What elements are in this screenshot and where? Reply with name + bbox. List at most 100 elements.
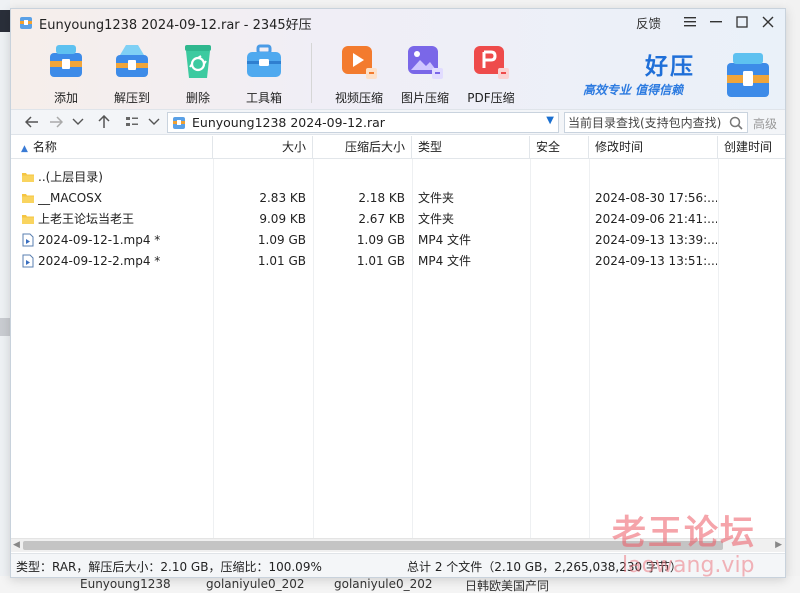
file-size: 1.01 GB bbox=[257, 254, 306, 268]
delete-recycle-icon bbox=[178, 41, 218, 81]
taskbar-item[interactable]: golaniyule0_202 bbox=[206, 577, 305, 591]
address-bar[interactable]: Eunyoung1238 2024-09-12.rar ▼ bbox=[167, 112, 559, 133]
title-bar: Eunyoung1238 2024-09-12.rar - 2345好压 反馈 bbox=[11, 9, 785, 109]
horizontal-scrollbar[interactable]: ◀ ▶ bbox=[11, 538, 785, 552]
taskbar-item[interactable]: Eunyoung1238 bbox=[80, 577, 171, 591]
maximize-icon[interactable] bbox=[731, 12, 753, 32]
total-summary: 总计 2 个文件（2.10 GB，2,265,038,230 字节） bbox=[407, 560, 682, 574]
file-size: 1.09 GB bbox=[257, 233, 306, 247]
window-controls: 反馈 bbox=[636, 12, 779, 32]
file-name: ..(上层目录) bbox=[38, 170, 103, 184]
add-archive-icon bbox=[46, 41, 86, 81]
search-icon[interactable] bbox=[728, 115, 744, 131]
brand-logo: 好压 高效专业 值得信赖 bbox=[583, 45, 773, 101]
toolbox-button[interactable]: 工具箱 bbox=[231, 39, 297, 107]
sort-arrow-icon: ▲ bbox=[21, 144, 28, 154]
view-mode-chevron-down-icon[interactable] bbox=[145, 113, 163, 131]
file-type: MP4 文件 bbox=[418, 254, 472, 268]
file-modified: 2024-09-13 13:39:... bbox=[595, 233, 717, 247]
forward-arrow-icon[interactable] bbox=[47, 113, 65, 131]
video-compress-button[interactable]: 视频压缩 bbox=[326, 39, 392, 107]
file-name: 2024-09-12-2.mp4 * bbox=[38, 254, 161, 268]
feedback-link[interactable]: 反馈 bbox=[636, 13, 661, 32]
file-list: ▲ 名称 大小 压缩后大小 类型 安全 修改时间 创建时间 ..(上层目录) __… bbox=[11, 136, 785, 538]
column-packed-size[interactable]: 压缩后大小 bbox=[313, 136, 412, 159]
archive-info: 类型：RAR，解压后大小：2.10 GB，压缩比：100.09% bbox=[16, 560, 322, 574]
brand-name: 好压 bbox=[645, 54, 695, 80]
folder-icon bbox=[22, 215, 34, 224]
folder-icon bbox=[22, 173, 34, 182]
file-type: 文件夹 bbox=[418, 212, 455, 226]
file-packed-size: 2.18 KB bbox=[358, 191, 405, 205]
column-created[interactable]: 创建时间 bbox=[718, 136, 785, 159]
file-size: 2.83 KB bbox=[259, 191, 306, 205]
menu-icon[interactable] bbox=[679, 12, 701, 32]
history-chevron-down-icon[interactable] bbox=[69, 113, 87, 131]
app-archive-icon bbox=[20, 17, 32, 29]
file-type: 文件夹 bbox=[418, 191, 455, 205]
file-row[interactable]: 2024-09-12-1.mp4 * 1.09 GB 1.09 GB MP4 文… bbox=[11, 230, 785, 251]
background-taskbar-strip: Eunyoung1238 golaniyule0_202 golaniyule0… bbox=[0, 576, 800, 593]
desktop-background-right bbox=[786, 0, 800, 593]
brand-slogan: 高效专业 值得信赖 bbox=[583, 83, 684, 97]
scrollbar-thumb[interactable] bbox=[23, 541, 723, 550]
folder-icon bbox=[22, 194, 34, 203]
main-toolbar: 添加 解压到 删除 工具箱 视频压缩 图片压缩 PDF压缩 bbox=[33, 39, 524, 107]
minimize-icon[interactable] bbox=[705, 12, 727, 32]
window-title: Eunyoung1238 2024-09-12.rar - 2345好压 bbox=[39, 18, 312, 33]
column-header-row: ▲ 名称 大小 压缩后大小 类型 安全 修改时间 创建时间 bbox=[11, 136, 785, 159]
taskbar-item[interactable]: 日韩欧美国产同 bbox=[465, 577, 549, 593]
desktop-background-left bbox=[0, 0, 10, 593]
extract-icon bbox=[112, 41, 152, 81]
delete-button[interactable]: 删除 bbox=[165, 39, 231, 107]
file-modified: 2024-09-06 21:41:... bbox=[595, 212, 717, 226]
file-row[interactable]: 上老王论坛当老王 9.09 KB 2.67 KB 文件夹 2024-09-06 … bbox=[11, 209, 785, 230]
file-row[interactable]: __MACOSX 2.83 KB 2.18 KB 文件夹 2024-08-30 … bbox=[11, 188, 785, 209]
toolbox-icon bbox=[244, 41, 284, 81]
taskbar-item[interactable]: golaniyule0_202 bbox=[334, 577, 433, 591]
add-button[interactable]: 添加 bbox=[33, 39, 99, 107]
file-packed-size: 2.67 KB bbox=[358, 212, 405, 226]
search-input[interactable] bbox=[568, 115, 724, 130]
view-mode-icon[interactable] bbox=[123, 113, 141, 131]
navigation-bar: Eunyoung1238 2024-09-12.rar ▼ 高级 bbox=[11, 109, 785, 135]
file-row-parent[interactable]: ..(上层目录) bbox=[11, 167, 785, 188]
pdf-compress-icon bbox=[471, 41, 511, 81]
toolbar-separator bbox=[311, 43, 312, 103]
image-compress-icon bbox=[405, 41, 445, 81]
status-bar: 类型：RAR，解压后大小：2.10 GB，压缩比：100.09% 总计 2 个文… bbox=[11, 553, 785, 577]
file-name: 上老王论坛当老王 bbox=[38, 212, 135, 226]
archive-window: Eunyoung1238 2024-09-12.rar - 2345好压 反馈 bbox=[10, 8, 786, 578]
address-dropdown-icon[interactable]: ▼ bbox=[546, 115, 554, 126]
scroll-right-icon[interactable]: ▶ bbox=[775, 540, 782, 550]
file-name: 2024-09-12-1.mp4 * bbox=[38, 233, 161, 247]
file-size: 9.09 KB bbox=[259, 212, 306, 226]
column-type[interactable]: 类型 bbox=[412, 136, 530, 159]
column-security[interactable]: 安全 bbox=[530, 136, 589, 159]
back-arrow-icon[interactable] bbox=[23, 113, 41, 131]
file-modified: 2024-08-30 17:56:... bbox=[595, 191, 717, 205]
address-text: Eunyoung1238 2024-09-12.rar bbox=[192, 115, 385, 130]
search-box bbox=[564, 112, 748, 133]
pdf-compress-button[interactable]: PDF压缩 bbox=[458, 39, 524, 107]
column-size[interactable]: 大小 bbox=[213, 136, 313, 159]
file-modified: 2024-09-13 13:51:... bbox=[595, 254, 717, 268]
file-packed-size: 1.01 GB bbox=[356, 254, 405, 268]
file-type: MP4 文件 bbox=[418, 233, 472, 247]
scroll-left-icon[interactable]: ◀ bbox=[13, 540, 20, 550]
file-row[interactable]: 2024-09-12-2.mp4 * 1.01 GB 1.01 GB MP4 文… bbox=[11, 251, 785, 272]
image-compress-button[interactable]: 图片压缩 bbox=[392, 39, 458, 107]
column-name[interactable]: ▲ 名称 bbox=[11, 136, 213, 159]
close-icon[interactable] bbox=[757, 12, 779, 32]
extract-to-button[interactable]: 解压到 bbox=[99, 39, 165, 107]
archive-file-icon bbox=[173, 117, 185, 129]
video-file-icon bbox=[22, 233, 34, 247]
file-packed-size: 1.09 GB bbox=[356, 233, 405, 247]
brand-box-icon bbox=[727, 53, 769, 97]
video-file-icon bbox=[22, 254, 34, 268]
up-arrow-icon[interactable] bbox=[95, 113, 113, 131]
video-compress-icon bbox=[339, 41, 379, 81]
column-modified[interactable]: 修改时间 bbox=[589, 136, 718, 159]
file-name: __MACOSX bbox=[38, 191, 103, 205]
advanced-search-link[interactable]: 高级 bbox=[753, 115, 777, 132]
